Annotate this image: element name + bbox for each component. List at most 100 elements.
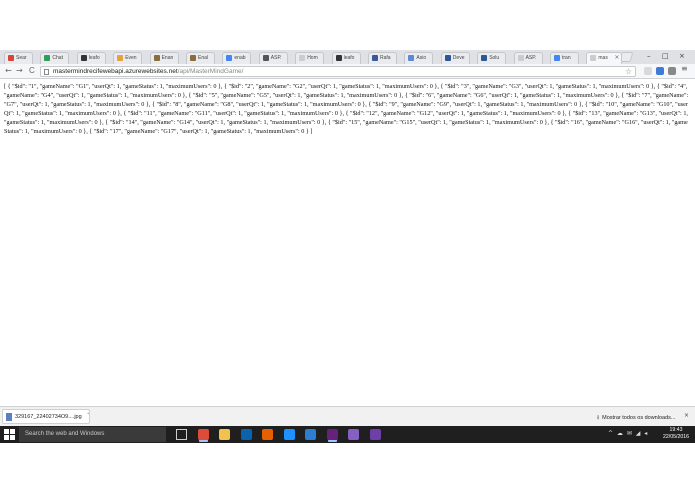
taskbar-search-box[interactable]: Search the web and Windows (19, 427, 166, 442)
clock-date: 22/05/2016 (663, 434, 689, 440)
tab-label: Rafa (380, 55, 391, 61)
reload-icon[interactable]: C (29, 66, 35, 75)
tab-favicon-icon (153, 55, 160, 61)
top-margin (0, 0, 695, 50)
browser-tab[interactable]: enab (222, 52, 252, 64)
browser-tab[interactable]: Sear (4, 52, 33, 64)
browser-tab[interactable]: ASP. (513, 52, 543, 64)
tab-label: mas (598, 55, 608, 61)
tab-favicon-icon (299, 55, 306, 61)
extension-icon[interactable] (644, 67, 652, 75)
file-explorer-icon[interactable] (219, 429, 230, 440)
url-host: mastermindrecifewebapi.azurewebsites.net (53, 68, 178, 75)
browser-tab[interactable]: Hom (295, 52, 325, 64)
download-shelf: 329167_22402734O9....jpg ˅ ⭳ Mostrar todo… (0, 406, 695, 426)
tab-favicon-icon (8, 55, 14, 61)
tab-label: Deve (452, 55, 465, 61)
tab-favicon-icon (590, 55, 597, 61)
system-tray[interactable]: ^ ☁ ✉ ◢ ◂ (608, 430, 648, 437)
forward-icon[interactable]: → (16, 66, 23, 75)
show-all-downloads-link[interactable]: ⭳ Mostrar todos os downloads... (597, 413, 675, 423)
tab-label: Solu (489, 55, 500, 61)
maximize-icon[interactable]: □ (662, 52, 669, 60)
tab-label: tran (562, 55, 571, 61)
extension-icon[interactable] (668, 67, 676, 75)
browser-tab[interactable]: tran (550, 52, 579, 64)
tab-favicon-icon (190, 55, 196, 61)
tab-favicon-icon (80, 55, 87, 61)
taskbar-clock[interactable]: 19:43 22/05/2016 (661, 427, 691, 441)
browser-tab[interactable]: Enan (149, 52, 179, 64)
tab-favicon-icon (444, 55, 451, 61)
browser-toolbar: ← → C mastermindrecifewebapi.azurewebsit… (0, 64, 695, 79)
browser-tab[interactable]: Deve (440, 52, 470, 64)
download-icon: ⭳ (597, 415, 600, 421)
windows-start-icon[interactable] (4, 429, 15, 440)
url-path: /api/MasterMindGame/ (177, 68, 244, 75)
tab-label: Asio (416, 55, 427, 61)
tab-label: leafo (343, 55, 355, 61)
tab-favicon-icon (335, 55, 342, 61)
outlook-icon[interactable] (240, 429, 252, 440)
tab-label: ASP. (525, 55, 537, 61)
bookmark-star-icon[interactable]: ☆ (625, 67, 632, 76)
tab-strip: – □ × Sear Chat leafo Even Enan Enal enab ASP. H… (0, 50, 695, 65)
tab-favicon-icon (517, 55, 524, 61)
app-icon[interactable] (369, 429, 381, 440)
page-icon (44, 69, 49, 75)
tab-label: Even (125, 55, 137, 61)
browser-tab[interactable]: Rafa (368, 52, 397, 64)
browser-tab[interactable]: leafo (331, 52, 361, 64)
tab-favicon-icon (481, 55, 488, 61)
tab-favicon-icon (554, 55, 560, 61)
tab-label: enab (234, 55, 246, 61)
browser-tab[interactable]: Solu (477, 52, 507, 64)
tab-favicon-icon (262, 55, 269, 61)
tab-favicon-icon (117, 55, 124, 61)
browser-tab[interactable]: Chat (40, 52, 70, 64)
chrome-icon[interactable] (197, 429, 209, 440)
show-all-label: Mostrar todos os downloads... (602, 415, 676, 421)
browser-tab[interactable]: leafo (76, 52, 106, 64)
menu-icon[interactable]: ≡ (681, 65, 689, 73)
browser-tab[interactable]: Enal (186, 52, 215, 64)
visual-studio-icon[interactable] (326, 429, 338, 440)
tab-label: ASP. (270, 55, 282, 61)
tab-label: leafo (88, 55, 100, 61)
tab-favicon-icon (408, 55, 415, 61)
firefox-icon[interactable] (262, 429, 273, 440)
image-file-icon (6, 413, 12, 421)
tab-label: Hom (307, 55, 318, 61)
tab-label: Chat (52, 55, 63, 61)
minimize-icon[interactable]: – (647, 52, 651, 60)
task-view-icon[interactable] (176, 429, 187, 440)
browser-tab[interactable]: Even (113, 52, 143, 64)
url-text[interactable]: mastermindrecifewebapi.azurewebsites.net… (53, 68, 243, 75)
tab-favicon-icon (44, 55, 51, 61)
address-bar[interactable]: mastermindrecifewebapi.azurewebsites.net… (40, 66, 636, 77)
tab-label: Sear (16, 55, 27, 61)
tab-favicon-icon (372, 55, 378, 61)
clock-time: 19:43 (669, 427, 683, 433)
edge-icon[interactable] (283, 429, 295, 440)
download-item[interactable]: 329167_22402734O9....jpg ˅ (2, 409, 90, 424)
back-icon[interactable]: ← (5, 66, 12, 75)
browser-tab[interactable]: ASP. (258, 52, 288, 64)
download-file-name: 329167_22402734O9....jpg (15, 414, 82, 420)
bottom-margin (0, 443, 695, 494)
windows-taskbar: Search the web and Windows ^ ☁ ✉ ◢ ◂ 19:… (0, 426, 695, 443)
json-response-text: [ { "$id": "1", "gameName": "G1", "userQ… (4, 83, 689, 135)
close-window-icon[interactable]: × (679, 52, 685, 60)
extension-icon[interactable] (656, 67, 664, 75)
tab-label: Enan (161, 55, 174, 61)
tab-label: Enal (198, 55, 209, 61)
browser-tab[interactable]: Asio (404, 52, 434, 64)
tab-close-icon[interactable]: × (614, 54, 619, 61)
search-placeholder: Search the web and Windows (25, 431, 105, 437)
visual-studio-2-icon[interactable] (348, 429, 359, 440)
store-icon[interactable] (305, 429, 316, 440)
close-shelf-icon[interactable]: × (684, 412, 689, 419)
page-background (0, 140, 695, 406)
tab-favicon-icon (226, 55, 233, 61)
chevron-down-icon[interactable]: ˅ (87, 413, 90, 419)
